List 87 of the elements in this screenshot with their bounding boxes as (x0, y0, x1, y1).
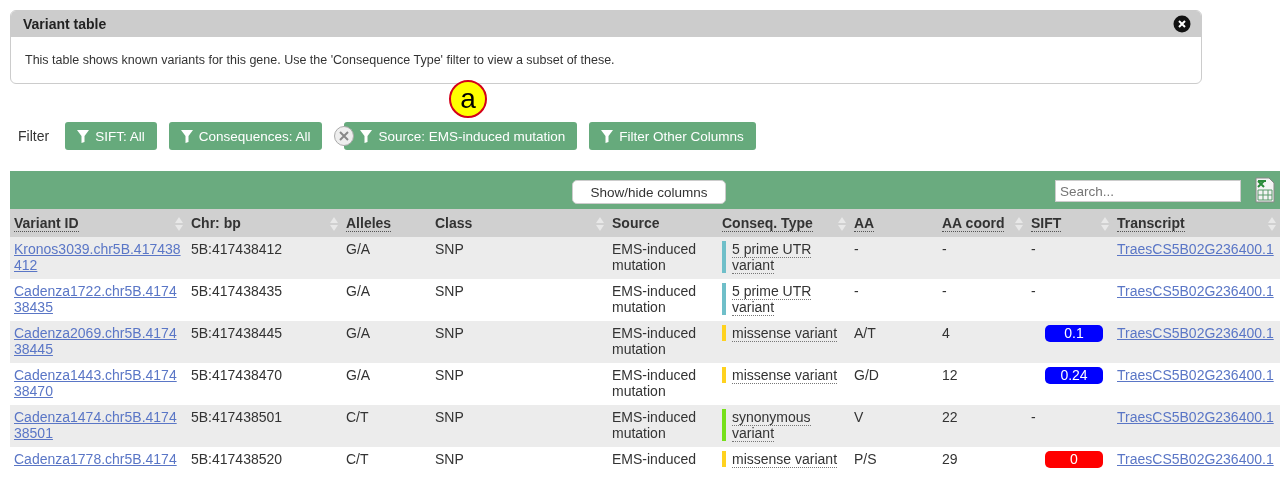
table-cell: EMS-induced mutation (608, 279, 718, 321)
table-cell: 4 (938, 321, 1027, 363)
table-cell: EMS-induced mutation (608, 405, 718, 447)
column-header[interactable]: Class (431, 209, 608, 237)
consequence-label: missense variant (722, 451, 838, 467)
search-field[interactable]: Search... (1055, 180, 1241, 202)
column-header[interactable]: Transcript (1113, 209, 1280, 237)
table-cell: - (1031, 409, 1036, 425)
filter-icon (360, 129, 373, 143)
column-header[interactable]: Variant ID (10, 209, 187, 237)
table-cell: 5B:417438435 (187, 279, 342, 321)
consequence-label: missense variant (722, 325, 838, 341)
consequence-label: missense variant (722, 367, 838, 383)
column-header[interactable]: AA (850, 209, 938, 237)
remove-icon[interactable] (334, 126, 355, 146)
table-cell: G/D (850, 363, 938, 405)
column-header[interactable]: Chr: bp (187, 209, 342, 237)
table-cell: SNP (431, 447, 608, 477)
sift-score: 0 (1045, 451, 1103, 468)
table-cell: 29 (938, 447, 1027, 477)
column-header[interactable]: SIFT (1027, 209, 1113, 237)
variant-link[interactable]: Cadenza1474.chr5B.417438501 (14, 409, 183, 441)
table-cell: 5B:417438412 (187, 237, 342, 279)
transcript-link[interactable]: TraesCS5B02G236400.1 (1117, 367, 1276, 383)
panel-title: Variant table (23, 16, 107, 32)
table-cell: - (938, 279, 1027, 321)
column-header[interactable]: Alleles (342, 209, 431, 237)
transcript-link[interactable]: TraesCS5B02G236400.1 (1117, 409, 1276, 425)
table-cell: C/T (342, 447, 431, 477)
consequence-label: synonymous variant (722, 409, 846, 441)
filter-button[interactable]: Filter Other Columns (589, 122, 756, 150)
table-cell: P/S (850, 447, 938, 477)
table-cell: A/T (850, 321, 938, 363)
table-cell: 12 (938, 363, 1027, 405)
table-cell: 5B:417438445 (187, 321, 342, 363)
table-cell: - (1031, 283, 1036, 299)
table-cell: 5B:417438470 (187, 363, 342, 405)
consequence-label: 5 prime UTR variant (722, 241, 846, 273)
filter-icon (601, 129, 614, 143)
consequence-label: 5 prime UTR variant (722, 283, 846, 315)
table-cell: SNP (431, 237, 608, 279)
table-cell: C/T (342, 405, 431, 447)
panel-description: This table shows known variants for this gene. Use the 'Consequence Type' filter to view a subset of these. (24, 52, 616, 69)
table-cell: 22 (938, 405, 1027, 447)
variant-link[interactable]: Kronos3039.chr5B.417438412 (14, 241, 183, 273)
transcript-link[interactable]: TraesCS5B02G236400.1 (1117, 325, 1276, 341)
filter-icon (77, 129, 90, 143)
show-hide-columns-button[interactable]: Show/hide columns (572, 180, 726, 204)
annotation-marker: a (449, 80, 487, 118)
table-cell: - (1031, 241, 1036, 257)
table-cell: SNP (431, 405, 608, 447)
filter-button[interactable]: SIFT: All (65, 122, 157, 150)
filter-icon (180, 129, 193, 143)
table-cell: SNP (431, 321, 608, 363)
table-cell: G/A (342, 279, 431, 321)
filter-button[interactable]: Consequences: All (168, 122, 323, 150)
table-cell: SNP (431, 363, 608, 405)
column-header[interactable]: Source (608, 209, 718, 237)
transcript-link[interactable]: TraesCS5B02G236400.1 (1117, 451, 1276, 467)
variant-link[interactable]: Cadenza2069.chr5B.417438445 (14, 325, 183, 357)
sift-score: 0.24 (1045, 367, 1103, 384)
table-cell: SNP (431, 279, 608, 321)
variant-link[interactable]: Cadenza1443.chr5B.417438470 (14, 367, 183, 399)
table-cell: V (850, 405, 938, 447)
variant-link[interactable]: Cadenza1778.chr5B.4174 (14, 451, 183, 467)
filter-button[interactable]: Source: EMS-induced mutation (344, 122, 578, 150)
table-cell: G/A (342, 363, 431, 405)
close-icon[interactable] (1173, 15, 1191, 33)
table-cell: G/A (342, 321, 431, 363)
table-cell: - (938, 237, 1027, 279)
transcript-link[interactable]: TraesCS5B02G236400.1 (1117, 283, 1276, 299)
sift-score: 0.1 (1045, 325, 1103, 342)
table-cell: - (850, 279, 938, 321)
table-cell: EMS-induced mutation (608, 321, 718, 363)
filter-label: Filter (18, 128, 50, 144)
column-header[interactable]: Conseq. Type (718, 209, 850, 237)
table-cell: 5B:417438520 (187, 447, 342, 477)
table-cell: - (850, 237, 938, 279)
table-cell: EMS-induced mutation (608, 363, 718, 405)
table-cell: EMS-induced mutation (608, 237, 718, 279)
table-cell: G/A (342, 237, 431, 279)
variant-link[interactable]: Cadenza1722.chr5B.417438435 (14, 283, 183, 315)
column-header[interactable]: AA coord (938, 209, 1027, 237)
table-cell: 5B:417438501 (187, 405, 342, 447)
table-cell: EMS-induced (608, 447, 718, 477)
transcript-link[interactable]: TraesCS5B02G236400.1 (1117, 241, 1276, 257)
spreadsheet-icon[interactable] (1255, 177, 1275, 203)
